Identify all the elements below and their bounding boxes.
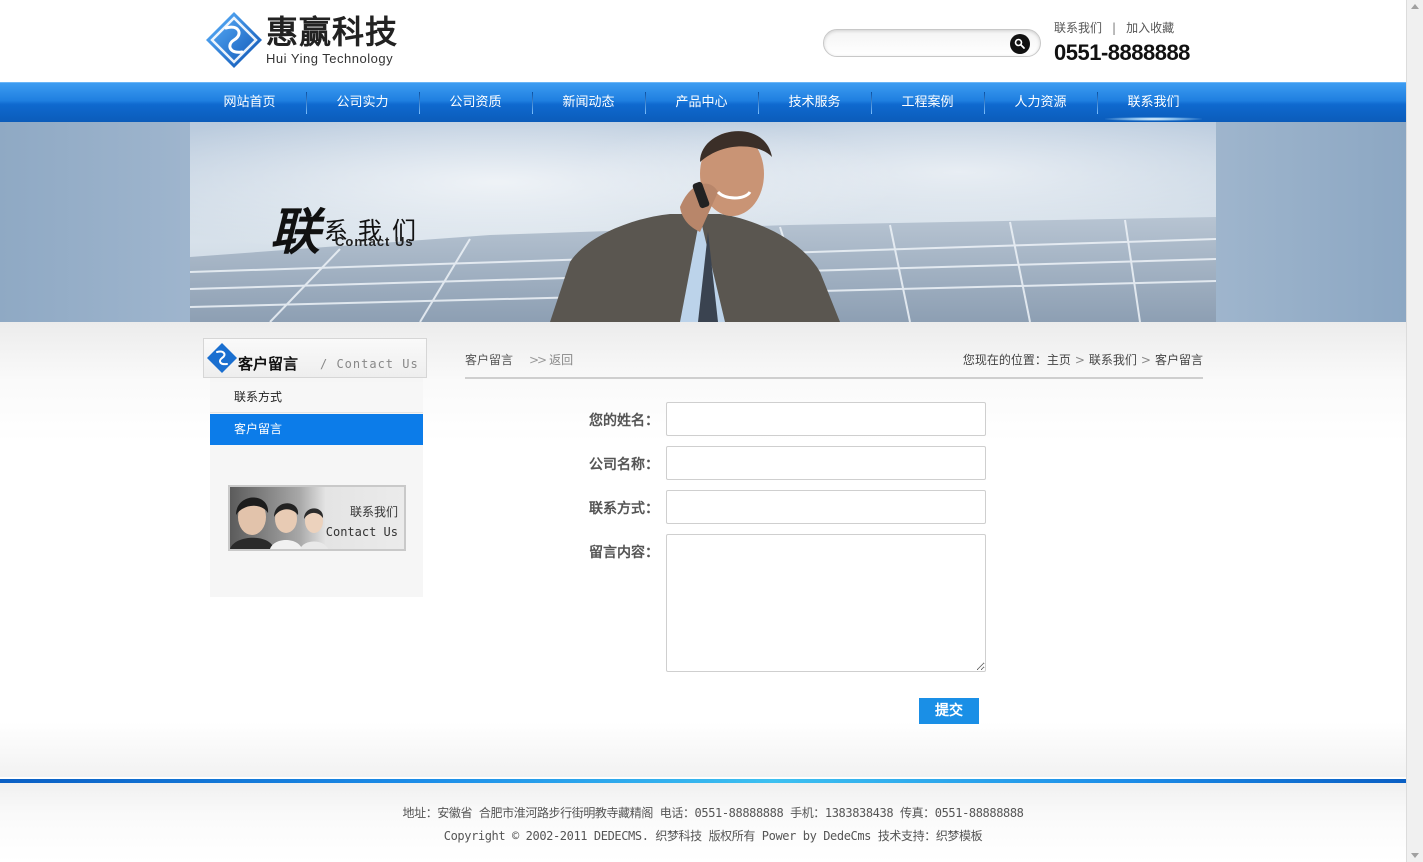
scroll-up-icon[interactable] [1411, 4, 1419, 9]
logo-diamond-icon [206, 12, 262, 68]
back-link[interactable]: >> 返回 [529, 351, 573, 368]
submit-button[interactable]: 提交 [919, 698, 979, 724]
site-logo[interactable]: 惠赢科技 Hui Ying Technology [204, 10, 414, 70]
back-link-label: 返回 [549, 353, 574, 367]
sidebar-item-guestbook[interactable]: 客户留言 [210, 414, 423, 445]
banner-title: 联系我们 [270, 192, 422, 264]
nav-item-cases[interactable]: 工程案例 [871, 83, 984, 122]
company-label: 公司名称： [589, 457, 659, 473]
breadcrumb-bar: 客户留言 >> 返回 您现在的位置：主页 > 联系我们 > 客户留言 [465, 346, 1203, 379]
page-banner: 联系我们 Contact Us [0, 122, 1406, 322]
footer-copyright: Copyright © 2002-2011 DEDECMS. 织梦科技 版权所有… [443, 829, 983, 843]
card-title-cn: 联系我们 [349, 505, 398, 519]
breadcrumb-current: 客户留言 [1154, 353, 1203, 367]
chevron-right-icon: > [1140, 353, 1151, 367]
breadcrumb: 您现在的位置：主页 > 联系我们 > 客户留言 [963, 351, 1203, 368]
name-field[interactable] [666, 402, 986, 436]
sidebar-heading: 客户留言 / Contact Us [203, 338, 427, 378]
banner-title-first-char: 联 [270, 202, 320, 261]
name-label: 您的姓名： [589, 413, 659, 429]
nav-item-strength[interactable]: 公司实力 [306, 83, 419, 122]
message-textarea[interactable] [666, 534, 986, 672]
footer-address: 地址：安徽省 合肥市淮河路步行街明教寺藏精阁 电话：0551-88888888 … [402, 806, 1024, 820]
search-icon [1014, 38, 1025, 49]
contact-field[interactable] [666, 490, 986, 524]
double-chevron-icon: >> [529, 353, 547, 367]
sidebar-diamond-icon [207, 343, 237, 373]
vertical-scrollbar[interactable] [1406, 0, 1423, 862]
site-header: 惠赢科技 Hui Ying Technology 联系我们 | 加入收藏 0551-… [0, 0, 1406, 82]
breadcrumb-home[interactable]: 主页 [1047, 353, 1071, 367]
sidebar-item-contact-info[interactable]: 联系方式 [210, 382, 423, 413]
add-favorite-link[interactable]: 加入收藏 [1126, 21, 1174, 35]
contact-us-card[interactable]: 联系我们 Contact Us [228, 485, 406, 551]
breadcrumb-contact[interactable]: 联系我们 [1089, 353, 1137, 367]
nav-item-qualification[interactable]: 公司资质 [419, 83, 532, 122]
chevron-right-icon: > [1074, 353, 1085, 367]
nav-item-hr[interactable]: 人力资源 [984, 83, 1097, 122]
call-center-photo [230, 497, 328, 549]
nav-item-contact[interactable]: 联系我们 [1097, 83, 1210, 122]
contact-label: 联系方式： [589, 501, 659, 517]
section-title: 客户留言 [465, 353, 514, 367]
top-links-separator: | [1112, 21, 1117, 35]
search-box [823, 29, 1041, 57]
logo-text-cn: 惠赢科技 [266, 13, 399, 51]
search-input[interactable] [834, 34, 1008, 54]
site-footer [0, 783, 1406, 862]
top-links: 联系我们 | 加入收藏 [1054, 19, 1174, 36]
contact-us-link[interactable]: 联系我们 [1054, 21, 1102, 35]
sidebar-heading-en: / Contact Us [320, 357, 419, 371]
sidebar-heading-cn: 客户留言 [238, 355, 299, 373]
logo-text-en: Hui Ying Technology [266, 51, 394, 66]
nav-item-products[interactable]: 产品中心 [645, 83, 758, 122]
scroll-down-icon[interactable] [1411, 853, 1419, 858]
search-button[interactable] [1010, 34, 1030, 54]
businessman-photo [550, 131, 840, 322]
company-field[interactable] [666, 446, 986, 480]
page: 惠赢科技 Hui Ying Technology 联系我们 | 加入收藏 0551-… [0, 0, 1406, 862]
hotline-phone: 0551-8888888 [1054, 40, 1190, 65]
main-nav: 网站首页 公司实力 公司资质 新闻动态 产品中心 技术服务 工程案例 人力资源 … [0, 82, 1406, 122]
message-label: 留言内容： [589, 545, 659, 561]
nav-item-news[interactable]: 新闻动态 [532, 83, 645, 122]
location-label: 您现在的位置： [962, 353, 1047, 367]
nav-item-home[interactable]: 网站首页 [193, 83, 306, 122]
card-title-en: Contact Us [325, 525, 398, 539]
banner-subtitle-en: Contact Us [335, 234, 414, 249]
nav-item-services[interactable]: 技术服务 [758, 83, 871, 122]
